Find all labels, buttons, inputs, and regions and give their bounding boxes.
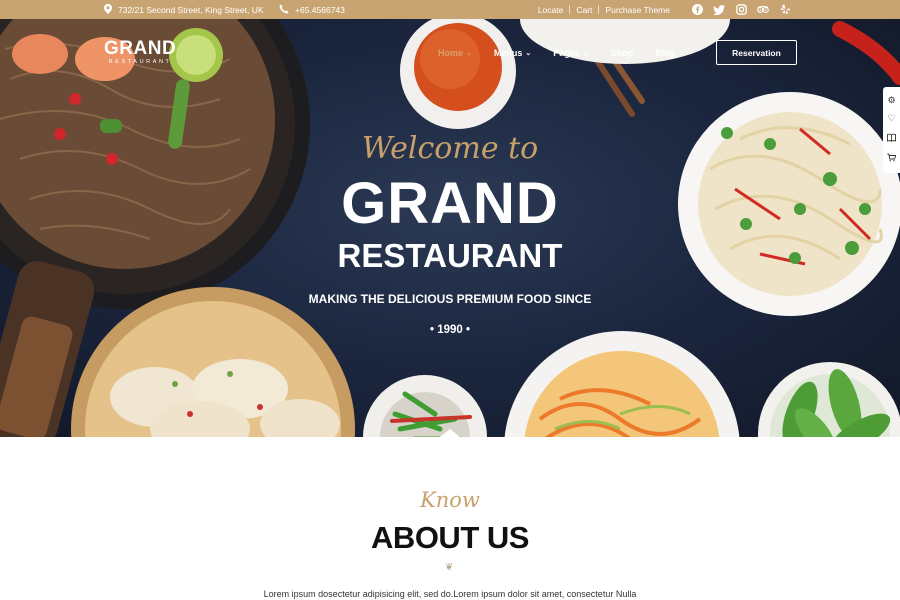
chevron-down-icon: ⌄ bbox=[582, 50, 589, 57]
twitter-icon[interactable] bbox=[713, 4, 725, 16]
nav-item-label: Blog bbox=[655, 48, 676, 58]
instagram-icon[interactable] bbox=[735, 4, 747, 16]
nav-item-label: Menus bbox=[493, 48, 523, 58]
address-info: 732/21 Second Street, King Street, UK bbox=[104, 0, 264, 19]
heart-icon[interactable]: ♡ bbox=[887, 114, 895, 123]
top-bar: 732/21 Second Street, King Street, UK +6… bbox=[0, 0, 900, 19]
locate-link[interactable]: Locate bbox=[532, 5, 570, 15]
logo[interactable]: GRAND RESTAURANT bbox=[104, 39, 176, 65]
logo-wordmark: GRAND bbox=[104, 38, 177, 59]
top-links: Locate Cart Purchase Theme bbox=[532, 0, 676, 19]
dumpling-basket-image bbox=[71, 287, 355, 437]
nav-item-shop[interactable]: Shop bbox=[611, 48, 634, 58]
nav-item-blog[interactable]: Blog ⌄ bbox=[655, 48, 684, 58]
location-pin-icon bbox=[104, 3, 112, 16]
social-links bbox=[691, 0, 791, 19]
main-nav: Home ⌄ Menus ⌄ Pages ⌄ Shop Blog ⌄ bbox=[438, 46, 706, 60]
sauce-bowl-image bbox=[400, 19, 516, 129]
hero-tagline: MAKING THE DELICIOUS PREMIUM FOOD SINCE bbox=[308, 292, 592, 306]
reservation-button[interactable]: Reservation bbox=[716, 40, 797, 65]
nav-item-label: Pages bbox=[553, 48, 580, 58]
phone-text: +65.4566743 bbox=[295, 4, 345, 15]
nav-item-home[interactable]: Home ⌄ bbox=[438, 48, 472, 58]
purchase-theme-link[interactable]: Purchase Theme bbox=[599, 5, 676, 15]
cart-link[interactable]: Cart bbox=[570, 5, 598, 15]
about-text: Lorem ipsum dosectetur adipisicing elit,… bbox=[263, 589, 637, 599]
tripadvisor-icon[interactable] bbox=[757, 4, 769, 16]
yelp-icon[interactable] bbox=[779, 4, 791, 16]
phone-icon bbox=[279, 4, 289, 16]
logo-subtitle: RESTAURANT bbox=[108, 59, 172, 65]
hero-since-year: • 1990 • bbox=[429, 324, 471, 336]
chevron-down-icon: ⌄ bbox=[678, 50, 685, 57]
hero-welcome: Welcome to bbox=[361, 131, 539, 166]
phone-info[interactable]: +65.4566743 bbox=[279, 0, 345, 19]
chevron-down-icon: ⌄ bbox=[466, 50, 472, 57]
chevron-down-icon: ⌄ bbox=[525, 50, 532, 57]
nav-item-label: Shop bbox=[610, 48, 634, 58]
facebook-icon[interactable] bbox=[691, 4, 703, 16]
leaf-divider-icon: ❦ bbox=[445, 562, 454, 573]
hero-section: GRAND RESTAURANT Home ⌄ Menus ⌄ Pages ⌄ … bbox=[0, 19, 900, 437]
settings-icon[interactable]: ⚙ bbox=[887, 95, 895, 105]
nav-item-pages[interactable]: Pages ⌄ bbox=[553, 48, 588, 58]
carrot-noodle-plate-image bbox=[504, 331, 740, 437]
nav-item-label: Home bbox=[438, 48, 464, 58]
green-beans-bowl-image bbox=[363, 375, 487, 437]
snow-peas-bowl-image bbox=[758, 362, 900, 437]
about-kicker: Know bbox=[420, 488, 480, 512]
nav-item-menus[interactable]: Menus ⌄ bbox=[494, 48, 531, 58]
hero-subtitle: RESTAURANT bbox=[337, 237, 563, 274]
address-text: 732/21 Second Street, King Street, UK bbox=[118, 4, 264, 15]
hero-title: GRAND bbox=[341, 171, 559, 236]
section-notch-icon bbox=[440, 429, 460, 437]
about-title: ABOUT US bbox=[371, 520, 529, 555]
